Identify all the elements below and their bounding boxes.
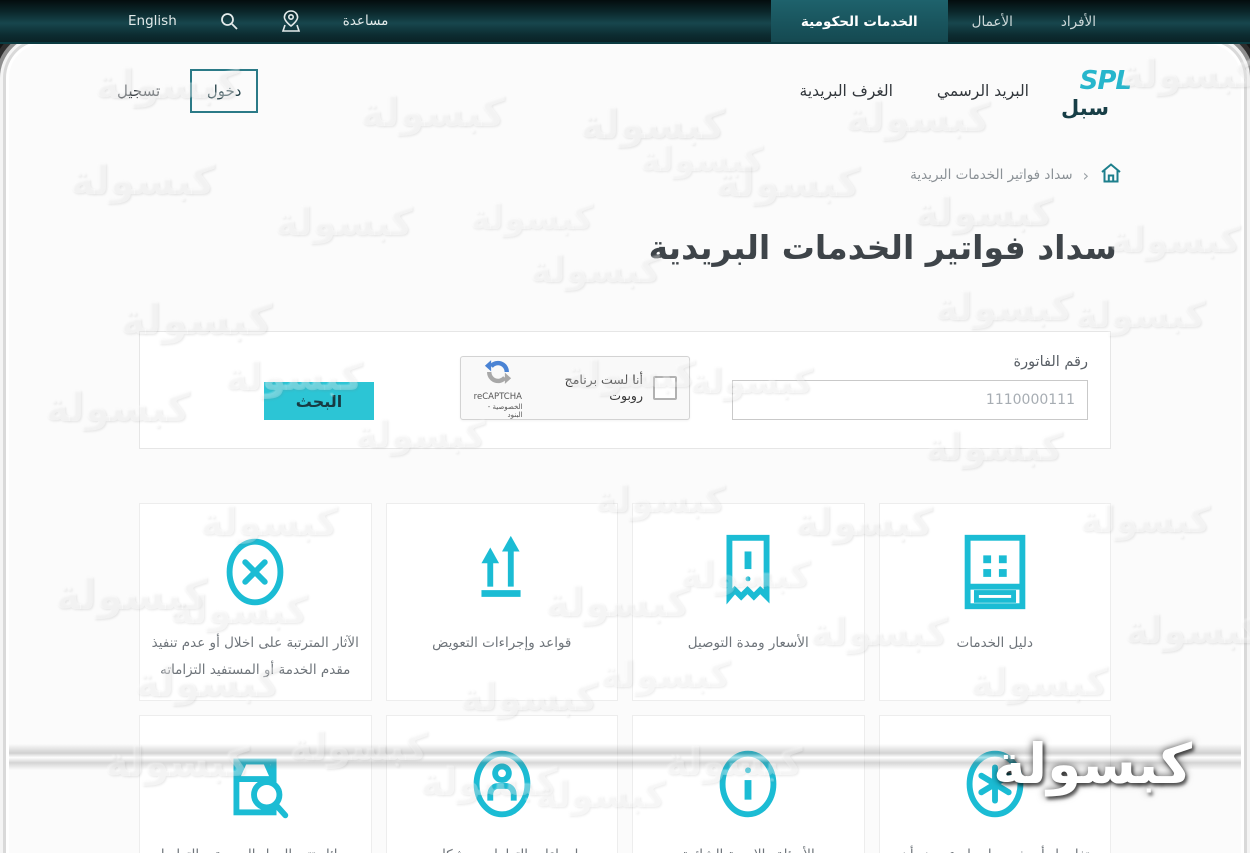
spl-logo[interactable]: SPL سبل [1063,66,1133,116]
topbar: الأفرادالأعمالالخدمات الحكومية مساعدة En… [0,0,1250,44]
service-card-label: الأسعار ومدة التوصيل [688,630,809,657]
service-card[interactable]: وسائل تتبع المواد البريدية، والتواصل مع … [139,715,372,853]
service-card[interactable]: إجراءات التعامل مع شكاوى المستفيدين [386,715,619,853]
services-directory-icon [951,524,1039,620]
service-card-label: إجراءات التعامل مع شكاوى المستفيدين [397,842,608,853]
faq-icon [704,736,792,832]
main-nav: البريد الرسمي الغرف البريدية [800,82,1029,100]
page-frame: SPL سبل البريد الرسمي الغرف البريدية دخول… [9,44,1241,853]
compensation-rules-icon [458,524,546,620]
recaptcha-widget: أنا لست برنامج روبوت reCAPTCHA الخصوصية … [460,356,690,420]
invoice-field: رقم الفاتورة [732,354,1088,420]
service-card-label: تفاصيل أي خصومات او عروض أن وجدت [890,842,1101,853]
service-card[interactable]: الأسئلة والاجوبة الشائعة [632,715,865,853]
spl-logo-latin: SPL [1080,66,1131,96]
breadcrumb-current: سداد فواتير الخدمات البريدية [910,167,1072,183]
nav-link[interactable]: البريد الرسمي [937,82,1029,100]
service-card-label: دليل الخدمات [957,630,1033,657]
topbar-tab[interactable]: الأفراد [1037,0,1120,42]
invoice-label: رقم الفاتورة [732,354,1088,370]
topbar-utility: مساعدة English [128,0,388,42]
service-card-label: الآثار المترتبة على اخلال أو عدم تنفيذ م… [150,630,361,684]
breadcrumb: ‹ سداد فواتير الخدمات البريدية [9,162,1241,188]
topbar-spacer [388,0,771,42]
recaptcha-logo-icon [483,357,513,391]
breach-effects-icon [211,524,299,620]
service-card[interactable]: قواعد وإجراءات التعويض [386,503,619,701]
tracking-icon [211,736,299,832]
topbar-tab[interactable]: الأعمال [948,0,1037,42]
login-button[interactable]: دخول [190,69,258,113]
prices-delivery-icon [704,524,792,620]
nav-link[interactable]: الغرف البريدية [800,82,893,100]
invoice-input[interactable] [732,380,1088,420]
help-link[interactable]: مساعدة [343,13,389,29]
service-card[interactable]: الآثار المترتبة على اخلال أو عدم تنفيذ م… [139,503,372,701]
complaints-icon [458,736,546,832]
recaptcha-label: أنا لست برنامج روبوت [533,372,643,405]
topbar-tabs: الأفرادالأعمالالخدمات الحكومية [771,0,1120,42]
home-icon[interactable] [1099,162,1123,188]
recaptcha-brand: reCAPTCHA [474,392,522,402]
location-pin-icon[interactable] [281,9,301,33]
page-title: سداد فواتير الخدمات البريدية [9,228,1241,267]
discounts-offers-icon [951,736,1039,832]
search-button[interactable]: البحث [264,382,374,420]
recaptcha-checkbox[interactable] [653,376,677,400]
site-header: SPL سبل البريد الرسمي الغرف البريدية دخول… [9,44,1241,122]
service-card-label: وسائل تتبع المواد البريدية، والتواصل مع … [150,842,361,853]
bill-payment-form: رقم الفاتورة أنا لست برنامج روبوت reCAPT… [139,331,1111,449]
language-switch[interactable]: English [128,13,177,29]
service-card[interactable]: الأسعار ومدة التوصيل [632,503,865,701]
service-card-label: قواعد وإجراءات التعويض [432,630,571,657]
recaptcha-brand-block: reCAPTCHA الخصوصية - البنود [473,357,523,419]
topbar-tab[interactable]: الخدمات الحكومية [771,0,948,42]
register-link[interactable]: تسجيل [117,82,160,100]
recaptcha-terms[interactable]: الخصوصية - البنود [473,403,523,419]
service-card-label: الأسئلة والاجوبة الشائعة [682,842,815,853]
search-icon[interactable] [219,11,239,31]
service-card[interactable]: دليل الخدمات [879,503,1112,701]
service-card[interactable]: تفاصيل أي خصومات او عروض أن وجدت [879,715,1112,853]
service-cards-grid: دليل الخدمات الأسعار ومدة التوصيل قواعد … [139,503,1111,853]
spl-logo-arabic: سبل [1061,96,1109,120]
breadcrumb-separator: ‹ [1083,166,1089,185]
